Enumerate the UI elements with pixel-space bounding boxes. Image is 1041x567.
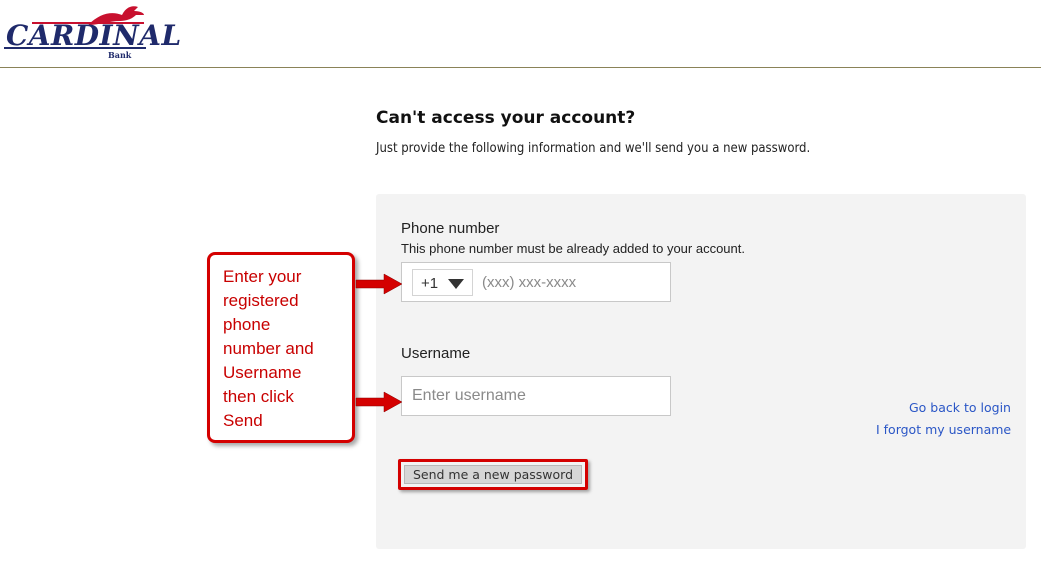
phone-label: Phone number — [401, 220, 500, 237]
forgot-username-link[interactable]: I forgot my username — [876, 422, 1011, 437]
country-code-value: +1 — [421, 275, 439, 292]
arrow-right-icon — [355, 273, 403, 295]
phone-field: +1 — [401, 262, 671, 302]
go-back-to-login-link[interactable]: Go back to login — [909, 400, 1011, 415]
logo-swoosh-bottom — [4, 47, 146, 49]
caret-down-icon — [448, 279, 464, 289]
username-input[interactable] — [401, 376, 671, 416]
username-label: Username — [401, 345, 471, 362]
country-code-select[interactable]: +1 — [412, 269, 473, 296]
arrow-right-icon — [355, 391, 403, 413]
phone-input[interactable] — [482, 268, 662, 296]
send-button-highlight: Send me a new password — [398, 459, 588, 490]
phone-help-text: This phone number must be already added … — [401, 241, 745, 256]
page-header: CARDINAL Bank — [0, 0, 1041, 68]
send-new-password-button[interactable]: Send me a new password — [404, 465, 582, 484]
instruction-callout: Enter your registered phone number and U… — [207, 252, 355, 443]
callout-text: Enter your registered phone number and U… — [223, 267, 314, 430]
page-subtitle: Just provide the following information a… — [376, 141, 811, 156]
page-title: Can't access your account? — [376, 108, 636, 128]
cardinal-bank-logo[interactable]: CARDINAL Bank — [4, 3, 181, 61]
logo-subtitle: Bank — [108, 50, 132, 60]
